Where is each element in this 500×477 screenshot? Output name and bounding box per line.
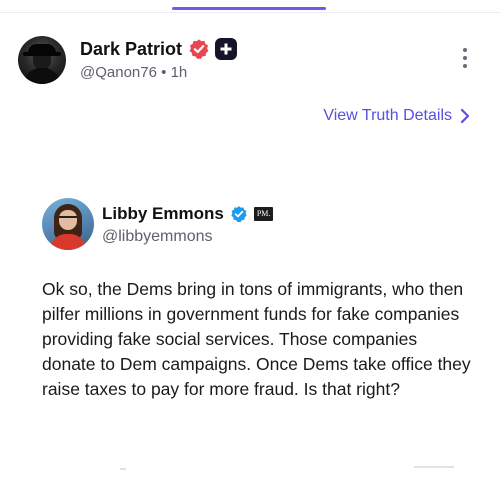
verified-badge-icon	[189, 39, 209, 59]
quoted-author-display-name[interactable]: Libby Emmons	[102, 204, 224, 224]
quoted-post-header: Libby Emmons PM. @libbyemmons	[42, 198, 462, 254]
plus-badge-icon	[215, 38, 238, 60]
author-display-name[interactable]: Dark Patriot	[80, 39, 182, 60]
view-truth-details-link[interactable]: View Truth Details	[323, 107, 470, 125]
avatar[interactable]	[18, 36, 66, 84]
next-item-hint	[120, 468, 126, 470]
chevron-right-icon	[460, 108, 470, 124]
author-meta: @Qanon76 • 1h	[80, 64, 187, 81]
author-name-row: Dark Patriot	[80, 38, 238, 60]
view-truth-details-label: View Truth Details	[323, 107, 452, 124]
quoted-author-avatar[interactable]	[42, 198, 94, 250]
meta-separator: •	[161, 64, 167, 81]
quoted-post-text: Ok so, the Dems bring in tons of immigra…	[42, 279, 471, 399]
top-divider	[0, 12, 500, 13]
post-header: Dark Patriot @Qanon76 • 1h	[18, 36, 482, 88]
active-tab-indicator	[172, 7, 326, 10]
affiliate-badge: PM.	[253, 207, 274, 221]
quoted-author-name-row: Libby Emmons PM.	[102, 204, 274, 224]
verified-badge-icon	[231, 206, 247, 223]
quoted-author-handle[interactable]: @libbyemmons	[102, 228, 213, 246]
more-options-icon[interactable]	[460, 48, 470, 74]
author-handle[interactable]: @Qanon76	[80, 64, 157, 81]
next-item-hint	[414, 466, 454, 468]
post-age: 1h	[170, 64, 188, 81]
